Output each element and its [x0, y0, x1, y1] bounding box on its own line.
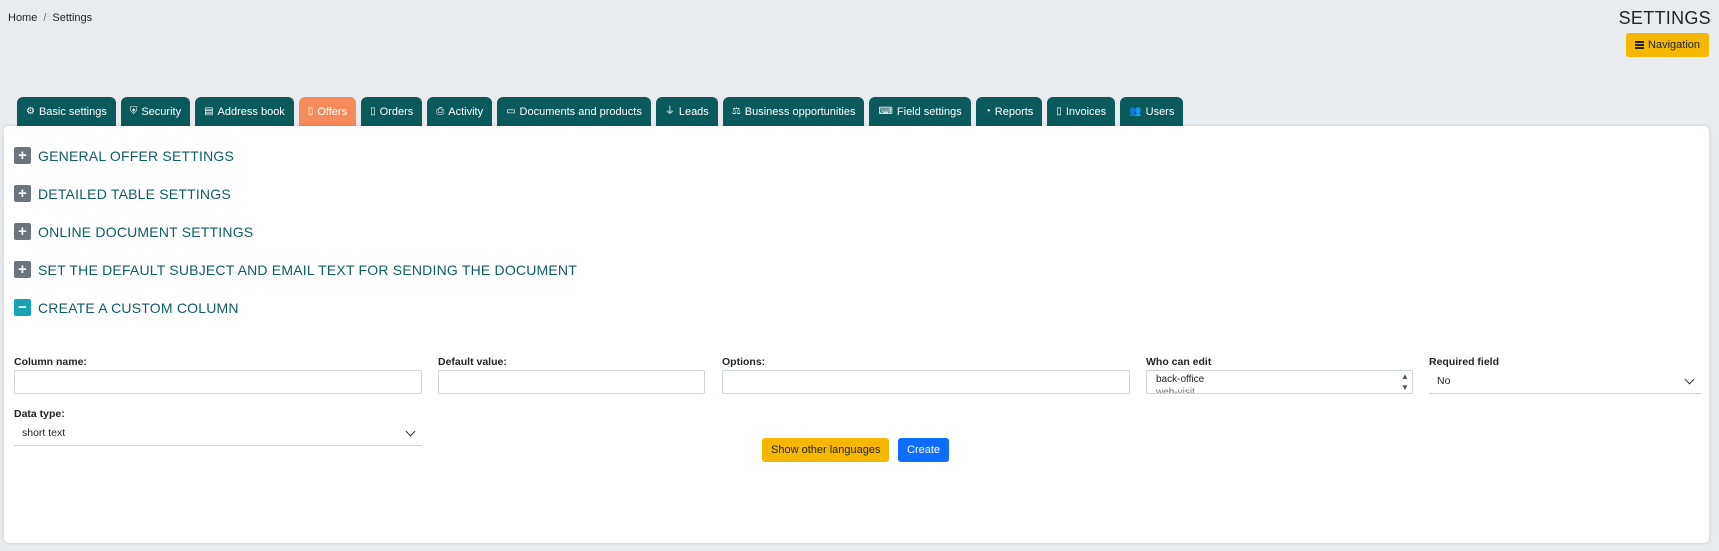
section-create-custom-column[interactable]: − CREATE A CUSTOM COLUMN	[14, 299, 239, 316]
section-title: SET THE DEFAULT SUBJECT AND EMAIL TEXT F…	[38, 261, 577, 278]
file-icon: ▯	[1056, 105, 1062, 117]
create-button[interactable]: Create	[898, 438, 950, 462]
tab-label: Field settings	[896, 105, 962, 118]
file-icon: ▯	[307, 105, 314, 117]
navigation-label: Navigation	[1648, 39, 1700, 51]
minus-icon: −	[14, 299, 31, 316]
tab-label: Leads	[678, 105, 709, 118]
section-detailed-table-settings[interactable]: + DETAILED TABLE SETTINGS	[14, 185, 231, 202]
tab-offers[interactable]: ▯ Offers	[298, 97, 357, 126]
default-value-input[interactable]	[438, 370, 705, 394]
required-field-select[interactable]: No	[1429, 370, 1701, 394]
section-general-offer-settings[interactable]: + GENERAL OFFER SETTINGS	[14, 147, 234, 164]
chevron-down-icon	[405, 426, 416, 437]
column-name-input[interactable]	[14, 370, 422, 394]
folder-open-icon: ▭	[506, 105, 516, 117]
tab-orders[interactable]: ▯ Orders	[361, 97, 423, 126]
tab-address-book[interactable]: ▤ Address book	[195, 97, 294, 126]
data-type-select[interactable]: short text	[14, 422, 422, 446]
tab-label: Business opportunities	[744, 105, 856, 118]
menu-icon	[1635, 41, 1645, 49]
tab-documents-and-products[interactable]: ▭ Documents and products	[497, 97, 651, 126]
breadcrumb-current: Settings	[52, 12, 93, 24]
options-label: Options:	[722, 356, 766, 368]
tab-label: Activity	[448, 105, 484, 118]
tab-label: Basic settings	[38, 105, 107, 118]
tab-label: Reports	[994, 105, 1034, 118]
tab-field-settings[interactable]: ⌨ Field settings	[869, 97, 971, 126]
tab-reports[interactable]: ◔ Reports	[975, 97, 1043, 126]
shield-icon: ⛨	[129, 105, 138, 117]
breadcrumb: Home / Settings	[8, 12, 92, 24]
tab-security[interactable]: ⛨ Security	[120, 97, 191, 126]
tab-business-opportunities[interactable]: ⚖ Business opportunities	[722, 97, 865, 126]
scale-icon: ⚖	[731, 105, 741, 117]
gears-icon: ⚙	[26, 105, 35, 117]
tab-invoices[interactable]: ▯ Invoices	[1047, 97, 1116, 126]
data-type-value: short text	[22, 427, 66, 439]
plus-icon: +	[14, 223, 31, 240]
tab-users[interactable]: 👥 Users	[1120, 97, 1184, 126]
breadcrumb-separator: /	[43, 12, 47, 24]
breadcrumb-home-link[interactable]: Home	[8, 12, 37, 24]
tab-label: Offers	[317, 105, 348, 118]
plus-icon: +	[14, 185, 31, 202]
section-default-email-text[interactable]: + SET THE DEFAULT SUBJECT AND EMAIL TEXT…	[14, 261, 577, 278]
tab-label: Security	[141, 105, 182, 118]
data-type-label: Data type:	[14, 408, 65, 420]
options-input[interactable]	[722, 370, 1130, 394]
section-title: DETAILED TABLE SETTINGS	[38, 185, 231, 202]
address-card-icon: ▤	[204, 105, 214, 117]
settings-panel: + GENERAL OFFER SETTINGS + DETAILED TABL…	[4, 126, 1709, 543]
file-icon: ▯	[370, 105, 376, 117]
required-field-value: No	[1437, 375, 1451, 387]
settings-tabs: ⚙ Basic settings ⛨ Security ▤ Address book …	[17, 97, 1184, 126]
navigation-button[interactable]: Navigation	[1626, 33, 1709, 57]
scroll-arrows-icon[interactable]: ▲ ▼	[1400, 372, 1410, 392]
keyboard-icon: ⌨	[878, 105, 893, 117]
who-can-edit-label: Who can edit	[1146, 356, 1212, 368]
magnet-icon: ⏚	[664, 105, 675, 117]
section-title: GENERAL OFFER SETTINGS	[38, 147, 235, 164]
tab-basic-settings[interactable]: ⚙ Basic settings	[17, 97, 116, 126]
who-can-edit-select[interactable]: back-office web-visit ▲ ▼	[1146, 370, 1413, 394]
plus-icon: +	[14, 261, 31, 278]
plus-icon: +	[14, 147, 31, 164]
column-name-label: Column name:	[14, 356, 87, 368]
required-field-label: Required field	[1429, 356, 1500, 368]
tab-label: Address book	[217, 105, 285, 118]
section-title: ONLINE DOCUMENT SETTINGS	[38, 223, 254, 240]
users-icon: 👥	[1129, 105, 1142, 117]
section-online-document-settings[interactable]: + ONLINE DOCUMENT SETTINGS	[14, 223, 253, 240]
pie-chart-icon: ◔	[984, 105, 991, 117]
show-other-languages-button[interactable]: Show other languages	[762, 438, 890, 462]
tab-label: Documents and products	[519, 105, 642, 118]
default-value-label: Default value:	[438, 356, 507, 368]
chevron-down-icon	[1684, 374, 1695, 385]
who-can-edit-option[interactable]: web-visit	[1156, 387, 1412, 393]
who-can-edit-option[interactable]: back-office	[1156, 374, 1412, 385]
tab-label: Invoices	[1065, 105, 1107, 118]
tab-label: Users	[1145, 105, 1175, 118]
tab-activity[interactable]: ⎙ Activity	[427, 97, 493, 126]
tab-label: Orders	[379, 105, 414, 118]
tab-leads[interactable]: ⏚ Leads	[655, 97, 718, 126]
section-title: CREATE A CUSTOM COLUMN	[38, 299, 239, 316]
page-title: SETTINGS	[1618, 8, 1711, 28]
truck-icon: ⎙	[436, 105, 445, 117]
